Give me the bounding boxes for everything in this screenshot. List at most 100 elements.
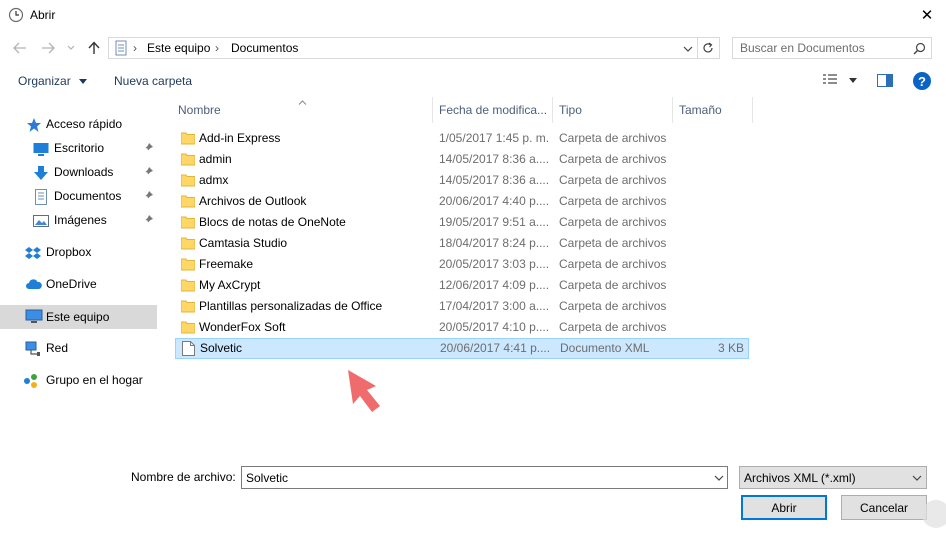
column-divider[interactable] bbox=[752, 97, 753, 123]
column-divider[interactable] bbox=[672, 97, 673, 123]
close-button[interactable]: ✕ bbox=[912, 2, 942, 28]
forward-button[interactable] bbox=[38, 38, 58, 58]
file-type: Carpeta de archivos bbox=[559, 152, 667, 166]
sidebar-item-escritorio[interactable]: Escritorio bbox=[0, 138, 157, 160]
refresh-button[interactable] bbox=[697, 37, 720, 59]
column-header-size[interactable]: Tamaño bbox=[679, 103, 722, 123]
file-name: Camtasia Studio bbox=[199, 236, 288, 250]
help-icon: ? bbox=[918, 73, 926, 89]
folder-icon bbox=[181, 321, 195, 334]
watermark-logo-icon bbox=[922, 500, 946, 528]
file-name: WonderFox Soft bbox=[199, 320, 286, 334]
address-bar[interactable]: › Este equipo › Documentos bbox=[108, 37, 698, 59]
sidebar-item-downloads[interactable]: Downloads bbox=[0, 162, 157, 184]
column-header-date[interactable]: Fecha de modifica... bbox=[439, 103, 547, 123]
search-input[interactable]: Buscar en Documentos bbox=[732, 37, 932, 59]
file-row[interactable]: Freemake 20/05/2017 3:03 p.... Carpeta d… bbox=[175, 254, 749, 275]
organize-label: Organizar bbox=[18, 74, 71, 88]
file-type: Carpeta de archivos bbox=[559, 299, 667, 313]
title-bar: Abrir ✕ bbox=[0, 0, 946, 32]
file-row[interactable]: My AxCrypt 12/06/2017 4:09 p.... Carpeta… bbox=[175, 275, 749, 296]
sidebar-item-label: Escritorio bbox=[54, 141, 105, 155]
star-icon bbox=[27, 118, 41, 132]
file-row[interactable]: Add-in Express 1/05/2017 1:45 p. m. Carp… bbox=[175, 128, 749, 149]
caret-down-icon bbox=[79, 79, 88, 85]
file-date: 20/05/2017 4:10 p.... bbox=[439, 320, 550, 334]
file-type: Carpeta de archivos bbox=[559, 194, 667, 208]
sidebar-item-imagenes[interactable]: Imágenes bbox=[0, 210, 157, 232]
breadcrumb-separator-icon: › bbox=[133, 41, 137, 55]
caret-down-icon bbox=[849, 78, 858, 83]
cancel-button[interactable]: Cancelar bbox=[841, 495, 927, 520]
file-row-selected[interactable]: Solvetic 20/06/2017 4:41 p.... Documento… bbox=[175, 338, 749, 359]
sidebar-item-dropbox[interactable]: Dropbox bbox=[0, 242, 157, 264]
network-icon bbox=[25, 341, 40, 356]
file-date: 19/05/2017 9:51 a.... bbox=[439, 215, 550, 229]
file-name: admin bbox=[199, 152, 232, 166]
file-row[interactable]: Camtasia Studio 18/04/2017 8:24 p.... Ca… bbox=[175, 233, 749, 254]
search-icon bbox=[913, 42, 926, 55]
filename-input[interactable]: Solvetic bbox=[241, 466, 728, 489]
sidebar-item-label: Grupo en el hogar bbox=[46, 373, 143, 387]
organize-button[interactable]: Organizar bbox=[18, 74, 88, 88]
file-icon bbox=[182, 341, 195, 356]
filename-value: Solvetic bbox=[246, 471, 289, 485]
dropbox-icon bbox=[25, 247, 41, 259]
file-type: Carpeta de archivos bbox=[559, 131, 667, 145]
file-date: 20/06/2017 4:40 p.... bbox=[439, 194, 550, 208]
file-type: Carpeta de archivos bbox=[559, 215, 667, 229]
pictures-icon bbox=[33, 215, 49, 227]
back-button[interactable] bbox=[10, 38, 30, 58]
pointer-arrow-annotation bbox=[348, 370, 380, 412]
documents-location-icon bbox=[115, 40, 127, 56]
sidebar-item-documentos[interactable]: Documentos bbox=[0, 186, 157, 208]
pin-icon bbox=[144, 191, 153, 200]
column-header-type[interactable]: Tipo bbox=[559, 103, 582, 123]
cloud-icon bbox=[26, 279, 42, 289]
breadcrumb-este-equipo[interactable]: Este equipo bbox=[147, 41, 210, 55]
folder-icon bbox=[181, 279, 195, 292]
chevron-down-icon[interactable] bbox=[683, 46, 693, 52]
file-row[interactable]: WonderFox Soft 20/05/2017 4:10 p.... Car… bbox=[175, 317, 749, 338]
sidebar-item-este-equipo[interactable]: Este equipo bbox=[0, 305, 157, 329]
open-button[interactable]: Abrir bbox=[741, 495, 827, 520]
file-date: 14/05/2017 8:36 a.... bbox=[439, 173, 550, 187]
file-date: 14/05/2017 8:36 a.... bbox=[439, 152, 550, 166]
file-row[interactable]: admin 14/05/2017 8:36 a.... Carpeta de a… bbox=[175, 149, 749, 170]
sidebar-item-homegroup[interactable]: Grupo en el hogar bbox=[0, 370, 157, 392]
file-type: Carpeta de archivos bbox=[559, 173, 667, 187]
pin-icon bbox=[144, 215, 153, 224]
column-divider[interactable] bbox=[552, 97, 553, 123]
sidebar-item-onedrive[interactable]: OneDrive bbox=[0, 274, 157, 296]
window-title: Abrir bbox=[30, 8, 56, 22]
new-folder-button[interactable]: Nueva carpeta bbox=[114, 74, 192, 88]
file-row[interactable]: Plantillas personalizadas de Office 17/0… bbox=[175, 296, 749, 317]
chevron-down-icon[interactable] bbox=[714, 475, 724, 481]
file-type: Documento XML bbox=[560, 341, 650, 355]
sidebar-item-label: Downloads bbox=[54, 165, 114, 179]
recent-locations-button[interactable] bbox=[64, 38, 78, 58]
view-options-button[interactable] bbox=[822, 74, 858, 89]
up-button[interactable] bbox=[84, 38, 104, 58]
breadcrumb-documentos[interactable]: Documentos bbox=[231, 41, 298, 55]
arrow-up-icon bbox=[88, 41, 100, 54]
column-divider[interactable] bbox=[432, 97, 433, 123]
help-button[interactable]: ? bbox=[913, 72, 931, 90]
file-row[interactable]: admx 14/05/2017 8:36 a.... Carpeta de ar… bbox=[175, 170, 749, 191]
sidebar-item-quick-access[interactable]: Acceso rápido bbox=[0, 114, 157, 136]
file-row[interactable]: Blocs de notas de OneNote 19/05/2017 9:5… bbox=[175, 212, 749, 233]
file-size: 3 KB bbox=[717, 341, 744, 355]
close-icon: ✕ bbox=[920, 7, 934, 24]
file-name: Solvetic bbox=[200, 341, 243, 355]
desktop-icon bbox=[33, 143, 49, 156]
file-name: Archivos de Outlook bbox=[199, 194, 307, 208]
filetype-select[interactable]: Archivos XML (*.xml) bbox=[739, 466, 927, 489]
clock-icon bbox=[8, 7, 24, 23]
sidebar-item-red[interactable]: Red bbox=[0, 338, 157, 360]
file-row[interactable]: Archivos de Outlook 20/06/2017 4:40 p...… bbox=[175, 191, 749, 212]
sidebar-item-label: Documentos bbox=[54, 189, 122, 203]
preview-pane-button[interactable] bbox=[877, 74, 893, 90]
document-icon bbox=[35, 189, 47, 205]
details-view-icon bbox=[823, 74, 837, 84]
column-header-name[interactable]: Nombre bbox=[178, 103, 221, 123]
